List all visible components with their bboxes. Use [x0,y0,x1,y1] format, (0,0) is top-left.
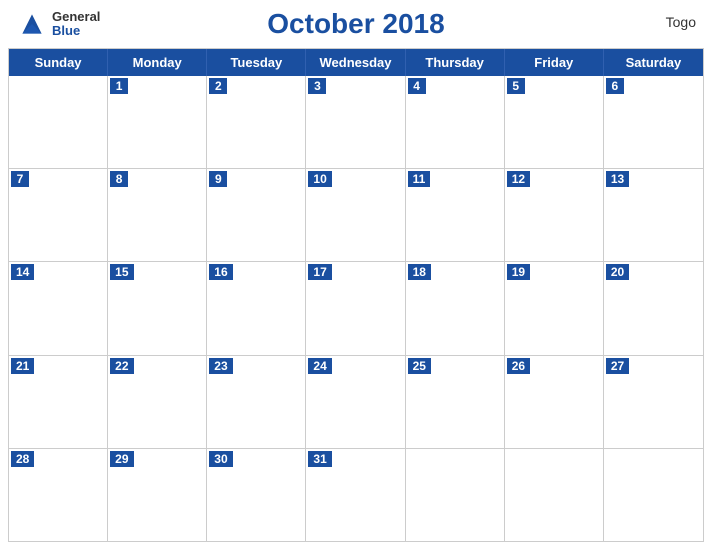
day-cell [505,449,604,541]
day-cell: 11 [406,169,505,261]
day-cell [406,449,505,541]
day-number: 27 [606,358,629,374]
day-cell: 26 [505,356,604,448]
logo-blue-text: Blue [52,24,100,38]
day-cell: 22 [108,356,207,448]
week-row: 21 22 23 24 25 26 27 [9,356,703,449]
day-cell: 4 [406,76,505,168]
day-number: 31 [308,451,331,467]
day-cell: 3 [306,76,405,168]
logo-icon [16,8,48,40]
day-cell: 16 [207,262,306,354]
day-number: 23 [209,358,232,374]
day-cell: 15 [108,262,207,354]
calendar-grid: 1234567891011121314151617181920212223242… [9,76,703,541]
header-tuesday: Tuesday [207,49,306,76]
day-cell: 9 [207,169,306,261]
day-cell: 19 [505,262,604,354]
week-row: 14 15 16 17 18 19 20 [9,262,703,355]
day-number: 22 [110,358,133,374]
day-cell: 27 [604,356,703,448]
day-number: 4 [408,78,426,94]
logo-general-text: General [52,10,100,24]
day-number: 16 [209,264,232,280]
day-number: 17 [308,264,331,280]
day-cell: 20 [604,262,703,354]
logo-text: General Blue [52,10,100,39]
week-row: 7 8 9 10 11 12 13 [9,169,703,262]
header-monday: Monday [108,49,207,76]
calendar-header: General Blue October 2018 Togo [0,0,712,48]
header-wednesday: Wednesday [306,49,405,76]
day-cell: 6 [604,76,703,168]
day-number: 8 [110,171,128,187]
day-cell: 18 [406,262,505,354]
header-sunday: Sunday [9,49,108,76]
day-number: 19 [507,264,530,280]
day-number: 14 [11,264,34,280]
day-number: 11 [408,171,431,187]
day-cell: 17 [306,262,405,354]
day-cell: 14 [9,262,108,354]
day-cell: 2 [207,76,306,168]
logo: General Blue [16,8,100,40]
day-number: 6 [606,78,624,94]
day-cell: 30 [207,449,306,541]
day-number: 29 [110,451,133,467]
day-cell: 8 [108,169,207,261]
week-row: 28 29 30 31 [9,449,703,541]
day-number: 10 [308,171,331,187]
day-number: 21 [11,358,34,374]
day-cell: 5 [505,76,604,168]
day-number: 28 [11,451,34,467]
day-cell: 12 [505,169,604,261]
day-number: 26 [507,358,530,374]
day-cell: 7 [9,169,108,261]
day-number: 9 [209,171,227,187]
day-number: 20 [606,264,629,280]
header-thursday: Thursday [406,49,505,76]
day-number: 5 [507,78,525,94]
day-cell: 1 [108,76,207,168]
day-cell: 21 [9,356,108,448]
day-number: 30 [209,451,232,467]
day-cell [604,449,703,541]
calendar: Sunday Monday Tuesday Wednesday Thursday… [8,48,704,542]
day-cell: 29 [108,449,207,541]
day-number: 7 [11,171,29,187]
header-saturday: Saturday [604,49,703,76]
country-label: Togo [666,14,696,30]
week-row: 1 2 3 4 5 6 [9,76,703,169]
day-number: 15 [110,264,133,280]
day-cell [9,76,108,168]
day-cell: 25 [406,356,505,448]
day-number: 24 [308,358,331,374]
day-cell: 24 [306,356,405,448]
day-number: 13 [606,171,629,187]
day-number: 25 [408,358,431,374]
month-title: October 2018 [267,8,444,40]
day-number: 3 [308,78,326,94]
day-cell: 23 [207,356,306,448]
day-number: 12 [507,171,530,187]
day-number: 18 [408,264,431,280]
day-cell: 28 [9,449,108,541]
day-number: 2 [209,78,227,94]
day-headers-row: Sunday Monday Tuesday Wednesday Thursday… [9,49,703,76]
day-cell: 10 [306,169,405,261]
day-cell: 31 [306,449,405,541]
day-cell: 13 [604,169,703,261]
header-friday: Friday [505,49,604,76]
day-number: 1 [110,78,128,94]
